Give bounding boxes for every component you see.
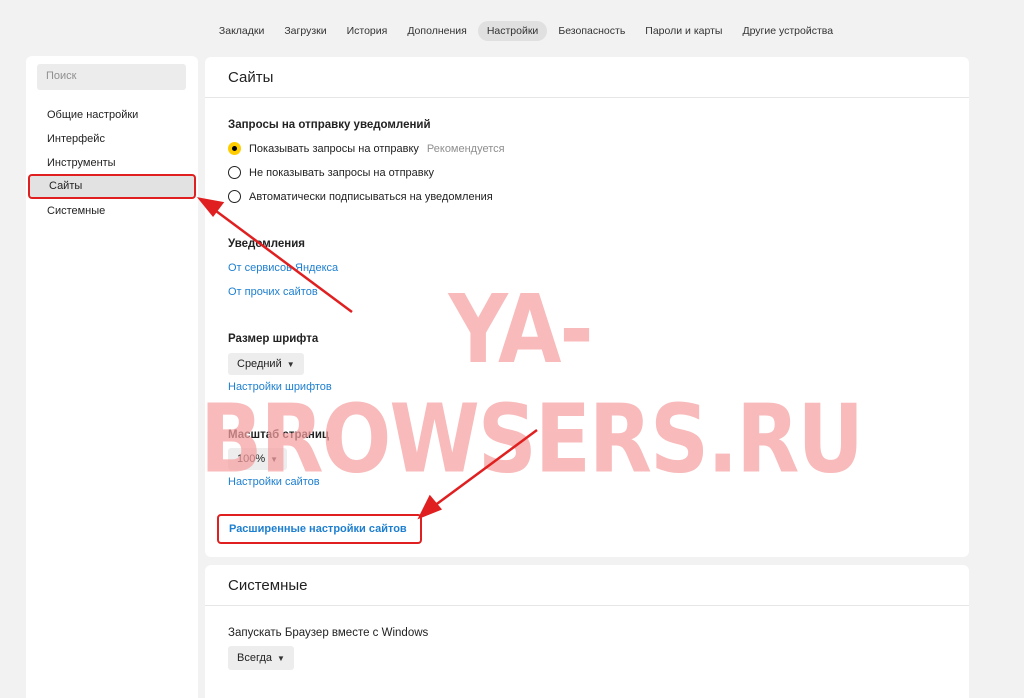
search-input[interactable]: Поиск	[37, 64, 186, 90]
tab-history[interactable]: История	[338, 21, 397, 41]
startup-value: Всегда	[237, 652, 273, 664]
recommended-hint: Рекомендуется	[426, 142, 505, 155]
radio-checked-icon[interactable]	[228, 142, 241, 155]
tab-bookmarks[interactable]: Закладки	[210, 21, 273, 41]
sites-panel: Сайты Запросы на отправку уведомлений По…	[205, 57, 969, 557]
top-nav-tabs: Закладки Загрузки История Дополнения Нас…	[210, 21, 842, 41]
radio-auto-subscribe[interactable]: Автоматически подписываться на уведомлен…	[228, 190, 493, 203]
tab-settings[interactable]: Настройки	[477, 21, 548, 41]
link-font-settings[interactable]: Настройки шрифтов	[228, 381, 332, 393]
radio-label: Не показывать запросы на отправку	[249, 166, 435, 179]
radio-label: Показывать запросы на отправку	[249, 142, 419, 155]
page-zoom-value: 100%	[237, 453, 266, 465]
font-size-value: Средний	[237, 358, 282, 370]
link-other-sites[interactable]: От прочих сайтов	[228, 286, 318, 298]
notif-requests-heading: Запросы на отправку уведомлений	[228, 119, 431, 131]
top-navigation: Закладки Загрузки История Дополнения Нас…	[0, 0, 1024, 58]
settings-sidebar: Поиск Общие настройки Интерфейс Инструме…	[26, 56, 198, 698]
chevron-down-icon: ▼	[270, 454, 279, 464]
notifications-heading: Уведомления	[228, 238, 305, 250]
chevron-down-icon: ▼	[277, 653, 285, 663]
tab-other-devices[interactable]: Другие устройства	[733, 21, 842, 41]
system-panel: Системные Запускать Браузер вместе с Win…	[205, 565, 969, 698]
sites-title: Сайты	[205, 57, 969, 98]
radio-label: Автоматически подписываться на уведомлен…	[249, 190, 493, 203]
sidebar-item-tools[interactable]: Инструменты	[26, 153, 198, 175]
radio-unchecked-icon[interactable]	[228, 190, 241, 203]
tab-extensions[interactable]: Дополнения	[398, 21, 475, 41]
tab-downloads[interactable]: Загрузки	[275, 21, 335, 41]
link-yandex-services[interactable]: От сервисов Яндекса	[228, 262, 338, 274]
tab-passwords-cards[interactable]: Пароли и карты	[636, 21, 731, 41]
system-title: Системные	[205, 565, 969, 606]
page-zoom-select[interactable]: 100% ▼	[228, 448, 288, 470]
sidebar-item-interface[interactable]: Интерфейс	[26, 129, 198, 151]
sidebar-item-general[interactable]: Общие настройки	[26, 105, 198, 127]
sidebar-item-system[interactable]: Системные	[26, 201, 198, 223]
radio-show-requests[interactable]: Показывать запросы на отправку Рекоменду…	[228, 142, 505, 155]
radio-unchecked-icon[interactable]	[228, 166, 241, 179]
font-size-select[interactable]: Средний ▼	[228, 353, 304, 375]
page-zoom-heading: Масштаб страниц	[228, 429, 329, 441]
link-site-settings[interactable]: Настройки сайтов	[228, 476, 320, 488]
tab-security[interactable]: Безопасность	[549, 21, 634, 41]
sidebar-item-sites[interactable]: Сайты	[28, 174, 196, 199]
startup-select[interactable]: Всегда ▼	[228, 646, 294, 670]
startup-heading: Запускать Браузер вместе с Windows	[228, 627, 429, 639]
radio-hide-requests[interactable]: Не показывать запросы на отправку	[228, 166, 434, 179]
font-size-heading: Размер шрифта	[228, 333, 319, 345]
chevron-down-icon: ▼	[286, 359, 295, 369]
advanced-site-settings-link[interactable]: Расширенные настройки сайтов	[217, 514, 422, 544]
